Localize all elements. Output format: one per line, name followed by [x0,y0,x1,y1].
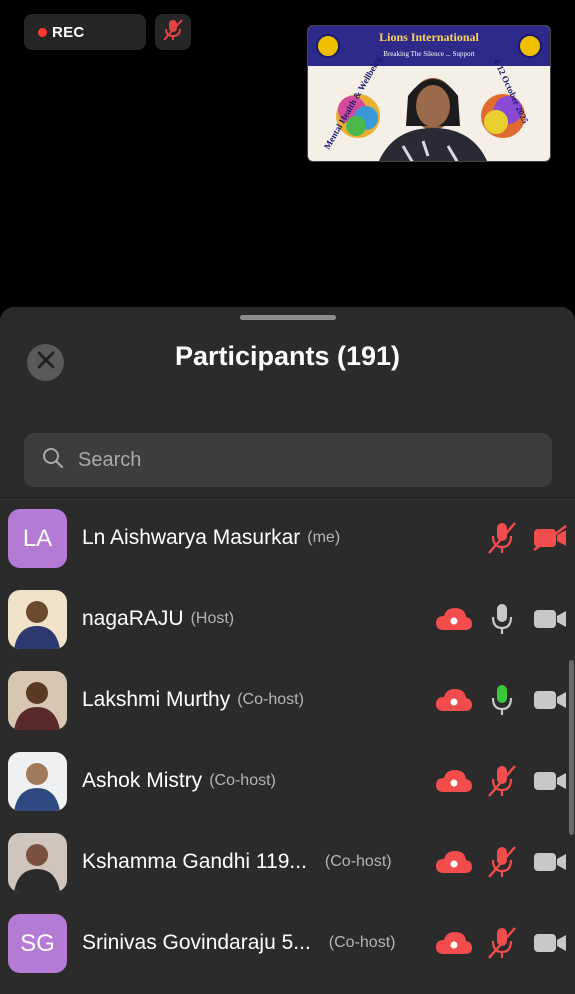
search-icon [42,447,64,474]
video-camera-icon[interactable] [531,763,569,799]
video-banner-subtitle: Breaking The Silence ... Support [383,50,475,58]
scrollbar[interactable] [569,660,574,835]
cloud-recording-icon [434,925,474,961]
participant-row[interactable]: nagaRAJU (Host) [0,579,575,659]
cloud-recording-icon [434,844,474,880]
participant-name-block: Kshamma Gandhi 119... (Co-host) [82,822,392,902]
video-camera-icon[interactable] [531,601,569,637]
avatar-photo [8,671,67,730]
video-camera-icon[interactable] [531,682,569,718]
participant-name: nagaRAJU [82,607,184,630]
recording-dot-icon [38,27,47,37]
participant-name-block: Srinivas Govindaraju 5... (Co-host) [82,903,395,983]
panel-title: Participants (191) [174,341,401,371]
participant-row[interactable]: Ashok Mistry (Co-host) [0,741,575,821]
participant-name-block: Lakshmi Murthy (Co-host) [82,660,304,740]
avatar-initials: LA [8,509,67,568]
participant-name-block: nagaRAJU (Host) [82,579,234,659]
participant-role: (Host) [190,610,235,627]
audio-mute-button[interactable] [155,14,191,50]
participant-name: Ashok Mistry [82,769,203,792]
participant-name: Srinivas Govindaraju 5... [82,931,311,954]
participant-row[interactable]: SG Srinivas Govindaraju 5... (Co-host) [0,903,575,983]
recording-indicator[interactable]: REC [24,14,146,50]
recording-label: REC [52,23,85,41]
participant-role: (Co-host) [209,772,276,789]
video-off-icon[interactable] [531,520,569,556]
cloud-recording-icon [434,601,474,637]
participants-sheet: Participants (191) Search LA Ln Aishwarya… [0,307,575,994]
participant-row[interactable]: LA Ln Aishwarya Masurkar (me) [0,498,575,578]
recording-controls [97,22,137,42]
speaking-mic-icon[interactable] [485,682,519,718]
participant-row[interactable]: Kshamma Gandhi 119... (Co-host) [0,822,575,902]
participant-role: (Co-host) [324,853,392,870]
muted-mic-icon [162,18,184,47]
muted-mic-icon[interactable] [485,925,519,961]
muted-mic-icon[interactable] [485,844,519,880]
avatar-photo [8,752,67,811]
video-camera-icon[interactable] [531,925,569,961]
avatar-photo [8,833,67,892]
muted-mic-icon[interactable] [485,520,519,556]
participant-row[interactable]: Lakshmi Murthy (Co-host) [0,660,575,740]
participant-role: (Co-host) [237,691,304,708]
participant-name-block: Ln Aishwarya Masurkar (me) [82,498,340,578]
participant-name: Lakshmi Murthy [82,688,231,711]
participant-role: (me) [307,529,341,546]
participant-role: (Co-host) [328,934,396,951]
cloud-recording-icon [434,682,474,718]
search-placeholder: Search [78,448,142,471]
drag-handle[interactable] [240,315,336,320]
participant-name: Kshamma Gandhi 119... [82,850,307,873]
cloud-recording-icon [434,763,474,799]
video-banner-title: Lions International [379,30,479,44]
search-input[interactable]: Search [24,433,552,487]
avatar-photo [8,590,67,649]
participant-name: Ln Aishwarya Masurkar [82,526,301,549]
avatar-initials: SG [8,914,67,973]
participant-name-block: Ashok Mistry (Co-host) [82,741,276,821]
speaker-video-tile[interactable]: Lions International Breaking The Silence… [307,25,551,162]
mic-icon[interactable] [485,601,519,637]
video-camera-icon[interactable] [531,844,569,880]
muted-mic-icon[interactable] [485,763,519,799]
